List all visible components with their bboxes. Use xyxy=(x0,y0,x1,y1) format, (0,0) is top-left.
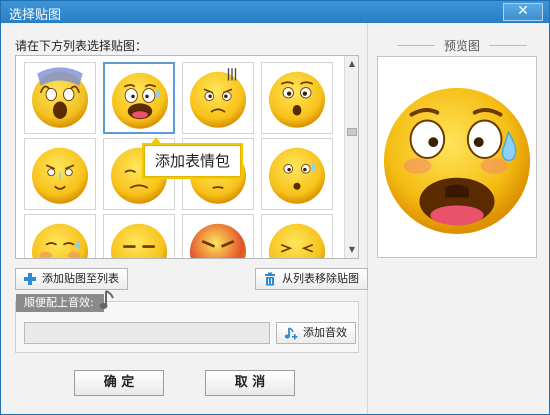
grinning-emoji-icon xyxy=(262,215,332,258)
blushing-emoji-icon xyxy=(25,215,95,258)
scroll-thumb[interactable] xyxy=(347,128,357,136)
remove-sticker-button[interactable]: 从列表移除贴图 xyxy=(255,268,368,290)
tooltip-arrow xyxy=(150,137,162,145)
panel-divider xyxy=(367,23,368,414)
window-title: 选择贴图 xyxy=(9,8,62,23)
plus-icon xyxy=(24,273,36,285)
cancel-button[interactable]: 取 消 xyxy=(205,370,295,396)
angry-emoji-icon xyxy=(183,215,253,258)
annoyed-emoji-icon xyxy=(104,215,174,258)
preview-label-line xyxy=(489,45,527,46)
trash-icon xyxy=(265,272,275,286)
sticker-frightened[interactable] xyxy=(103,62,175,134)
sticker-screaming[interactable] xyxy=(24,62,96,134)
crying-emoji-icon xyxy=(25,139,95,212)
nervous-emoji-icon xyxy=(262,139,332,212)
sticker-crying[interactable] xyxy=(24,138,96,210)
music-note-icon xyxy=(99,290,114,309)
frightened-emoji-icon xyxy=(105,64,173,137)
add-sound-label: 添加音效 xyxy=(303,326,347,339)
sticker-blushing[interactable] xyxy=(24,214,96,258)
select-sticker-dialog: 选择贴图 ✕ 请在下方列表选择贴图： ▲ ▼ 添加表情包 添加贴图至列表 从列表… xyxy=(0,0,550,415)
add-sound-button[interactable]: 添加音效 xyxy=(276,322,356,344)
sound-tag: 顺便配上音效: xyxy=(16,294,104,312)
sound-panel: 顺便配上音效: 添加音效 xyxy=(15,290,359,353)
sticker-sweating[interactable] xyxy=(182,62,254,134)
sweating-emoji-icon xyxy=(183,63,253,136)
tooltip-label: 添加表情包 xyxy=(155,152,231,170)
add-sticker-label: 添加贴图至列表 xyxy=(42,272,119,285)
close-icon: ✕ xyxy=(517,3,529,19)
ok-button[interactable]: 确 定 xyxy=(74,370,164,396)
close-button[interactable]: ✕ xyxy=(503,3,543,21)
sticker-annoyed[interactable] xyxy=(103,214,175,258)
scroll-up-icon[interactable]: ▲ xyxy=(346,58,358,70)
add-sticker-pack-tooltip[interactable]: 添加表情包 xyxy=(144,137,242,177)
screaming-emoji-icon xyxy=(25,63,95,136)
sticker-nervous[interactable] xyxy=(261,138,333,210)
add-sticker-button[interactable]: 添加贴图至列表 xyxy=(15,268,128,290)
sound-file-field[interactable] xyxy=(24,322,270,344)
frightened-emoji-preview xyxy=(383,87,531,235)
remove-sticker-label: 从列表移除贴图 xyxy=(282,272,359,285)
sticker-surprised[interactable] xyxy=(261,62,333,134)
preview-box xyxy=(377,56,537,258)
sticker-grinning[interactable] xyxy=(261,214,333,258)
surprised-emoji-icon xyxy=(262,63,332,136)
title-bar[interactable]: 选择贴图 ✕ xyxy=(1,1,549,23)
dialog-content: 请在下方列表选择贴图： ▲ ▼ 添加表情包 添加贴图至列表 从列表移除贴图 顺便… xyxy=(1,23,549,414)
sticker-angry[interactable] xyxy=(182,214,254,258)
scroll-down-icon[interactable]: ▼ xyxy=(346,244,358,256)
list-scrollbar[interactable]: ▲ ▼ xyxy=(344,56,358,258)
list-instruction: 请在下方列表选择贴图： xyxy=(15,39,148,53)
add-music-icon xyxy=(284,327,298,340)
